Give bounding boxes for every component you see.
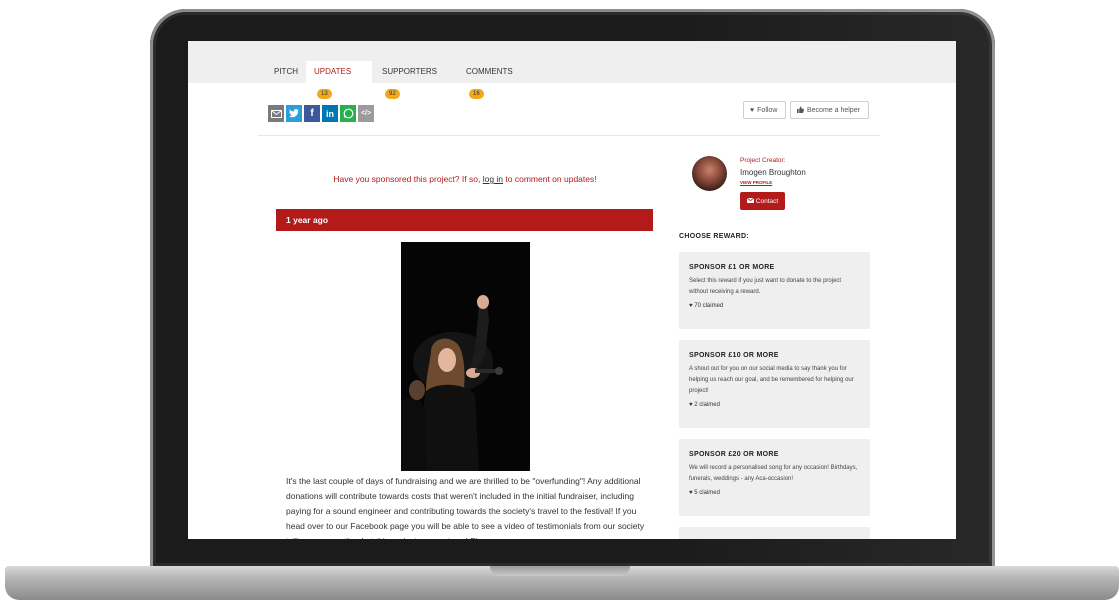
claimed-count: 70 claimed [694,303,724,309]
tab-comments[interactable]: COMMENTS 16 [458,61,534,99]
reward-claimed: ♥ 5 claimed [689,490,860,496]
count-badge: 16 [469,88,484,99]
reward-title: SPONSOR £10 OR MORE [689,352,779,359]
notice-text-before: Have you sponsored this project? If so, [333,174,481,184]
view-profile-link[interactable]: VIEW PROFILE [740,180,772,185]
project-tab-bar: PITCH UPDATES 13 SUPPORTERS 92 COMMENTS 16 [188,41,956,99]
twitter-icon[interactable] [286,105,302,122]
update-header: 1 year ago [276,209,653,231]
follow-label: Follow [757,106,778,114]
reward-card[interactable]: SPONSOR £10 OR MORE A shout out for you … [679,340,870,428]
email-icon[interactable] [268,105,284,122]
become-helper-button[interactable]: Become a helper [790,101,869,119]
linkedin-icon[interactable]: in [322,105,338,122]
claimed-count: 2 claimed [694,402,720,408]
reward-card[interactable]: SPONSOR £1 OR MORE Select this reward if… [679,252,870,329]
laptop-base-notch [490,566,630,576]
tab-supporters[interactable]: SUPPORTERS 92 [374,61,456,99]
reward-title: SPONSOR £1 OR MORE [689,264,775,271]
tab-label: COMMENTS [466,67,513,76]
update-body-text: It's the last couple of days of fundrais… [286,476,645,539]
header-divider [258,135,880,136]
creator-label: Project Creator: [740,157,786,164]
tab-label: UPDATES [314,67,352,76]
tab-pitch[interactable]: PITCH [266,61,305,83]
reward-claimed: ♥ 70 claimed [689,303,860,309]
share-bar: f in </> [268,105,374,122]
tab-label: SUPPORTERS [382,67,437,76]
count-badge: 13 [317,88,332,99]
follow-button[interactable]: ♥ Follow [743,101,786,119]
tab-updates[interactable]: UPDATES 13 [306,61,372,99]
helper-label: Become a helper [807,106,860,114]
reward-description: Select this reward if you just want to d… [689,278,842,295]
contact-label: Contact [755,197,779,205]
notice-text-after: to comment on updates! [505,174,597,184]
claimed-count: 5 claimed [694,490,720,496]
login-notice: Have you sponsored this project? If so, … [276,174,654,184]
tab-label: PITCH [274,67,298,76]
count-badge: 92 [385,88,400,99]
facebook-icon[interactable]: f [304,105,320,122]
reward-card-partial[interactable] [679,527,870,539]
reward-title: SPONSOR £20 OR MORE [689,451,779,458]
heart-icon: ♥ [750,106,755,114]
heart-icon: ♥ [689,303,693,309]
whatsapp-icon[interactable] [340,105,356,122]
contact-button[interactable]: Contact [740,192,785,210]
heart-icon: ♥ [689,490,693,496]
envelope-icon [746,197,755,205]
reward-description: A shout out for you on our social media … [689,366,854,394]
embed-icon[interactable]: </> [358,105,374,122]
reward-description: We will record a personalised song for a… [689,465,858,482]
login-link[interactable]: log in [483,174,503,184]
reward-claimed: ♥ 2 claimed [689,402,860,408]
creator-name: Imogen Broughton [740,168,806,177]
reward-card[interactable]: SPONSOR £20 OR MORE We will record a per… [679,439,870,516]
laptop-screen: PITCH UPDATES13 SUPPORTERS92 COMMENTS16 … [188,41,956,539]
creator-avatar[interactable] [692,156,727,191]
thumbs-up-icon [797,105,804,115]
choose-reward-heading: CHOOSE REWARD: [679,233,749,240]
update-timestamp: 1 year ago [286,215,329,225]
update-photo [401,242,530,471]
heart-icon: ♥ [689,402,693,408]
